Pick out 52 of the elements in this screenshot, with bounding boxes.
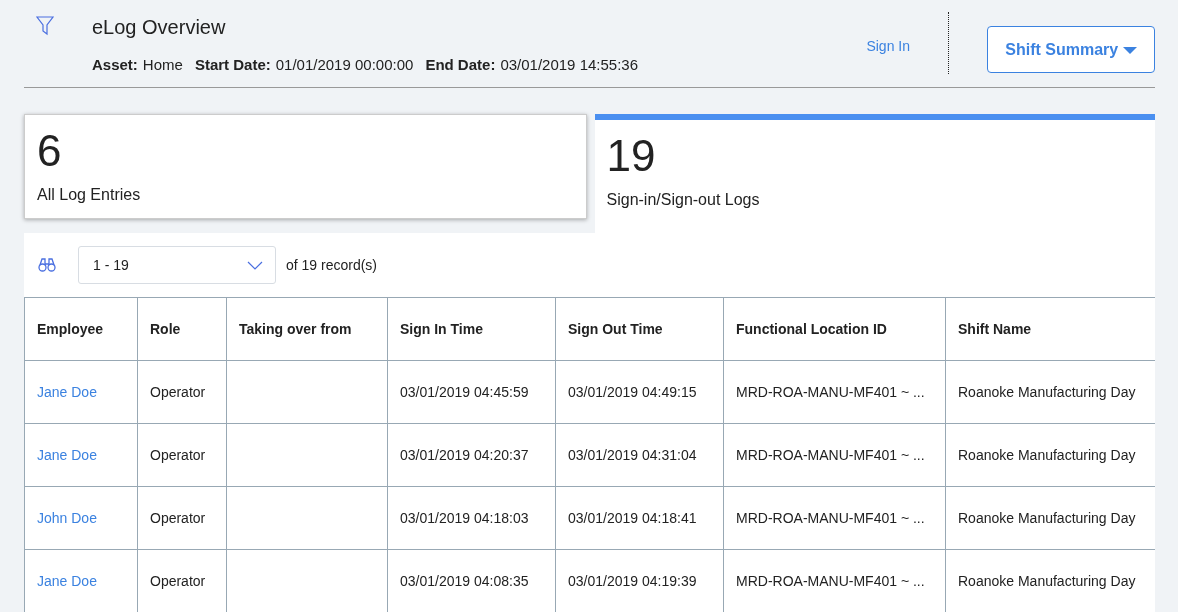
column-header: Shift Name xyxy=(945,297,1155,361)
table-cell: Roanoke Manufacturing Day xyxy=(958,383,1136,400)
table-cell: Operator xyxy=(150,383,206,400)
table-cell: 03/01/2019 04:18:41 xyxy=(568,509,697,526)
column-header: Role xyxy=(137,297,227,361)
caret-icon xyxy=(1122,46,1137,54)
field-label: End Date: xyxy=(425,55,496,75)
employee-link[interactable]: Jane Doe xyxy=(37,383,97,400)
table-cell: 03/01/2019 04:49:15 xyxy=(568,383,697,400)
column-header: Taking over from xyxy=(226,297,388,361)
table-cell: 03/01/2019 04:18:03 xyxy=(400,509,529,526)
column-header: Sign In Time xyxy=(387,297,556,361)
range-dropdown[interactable]: 1 - 19 xyxy=(78,246,276,284)
tile-count: 6 xyxy=(37,127,63,176)
column-header: Employee xyxy=(24,297,138,361)
table-cell: Roanoke Manufacturing Day xyxy=(958,509,1136,526)
tile-count: 19 xyxy=(606,132,657,181)
sign-in-link[interactable]: Sign In xyxy=(866,36,910,57)
table-cell: Roanoke Manufacturing Day xyxy=(958,572,1136,589)
field-label: Asset: xyxy=(92,55,138,75)
table-cell: 03/01/2019 04:20:37 xyxy=(400,446,529,463)
summary-tile[interactable]: 19 Sign-in/Sign-out Logs xyxy=(594,114,1155,234)
binoculars-icon[interactable] xyxy=(38,258,56,272)
field-value: 03/01/2019 14:55:36 xyxy=(500,55,639,75)
tile-label: Sign-in/Sign-out Logs xyxy=(606,190,761,211)
table-cell: Operator xyxy=(150,572,206,589)
tile-label: All Log Entries xyxy=(37,185,142,206)
shift-summary-dropdown[interactable]: Shift Summary xyxy=(987,26,1155,73)
table-cell: MRD-ROA-MANU-MF401 ~ ... xyxy=(736,509,925,526)
table-cell: 03/01/2019 04:45:59 xyxy=(400,383,529,400)
table-cell: Operator xyxy=(150,509,206,526)
column-header: Functional Location ID xyxy=(723,297,946,361)
table-cell: MRD-ROA-MANU-MF401 ~ ... xyxy=(736,572,925,589)
field-value: 01/01/2019 00:00:00 xyxy=(275,55,414,75)
record-count: of 19 record(s) xyxy=(286,255,378,275)
summary-tile[interactable]: 6 All Log Entries xyxy=(24,114,587,219)
table-cell: 03/01/2019 04:31:04 xyxy=(568,446,697,463)
employee-link[interactable]: Jane Doe xyxy=(37,572,97,589)
employee-link[interactable]: Jane Doe xyxy=(37,446,97,463)
table-cell: MRD-ROA-MANU-MF401 ~ ... xyxy=(736,446,925,463)
table-cell: 03/01/2019 04:19:39 xyxy=(568,572,697,589)
chevron-down-icon xyxy=(247,260,263,270)
page-title: eLog Overview xyxy=(92,15,227,40)
filter-icon[interactable] xyxy=(36,16,54,36)
field-label: Start Date: xyxy=(194,55,271,75)
column-header: Sign Out Time xyxy=(555,297,724,361)
table-cell: 03/01/2019 04:08:35 xyxy=(400,572,529,589)
field-value: Home xyxy=(142,55,183,75)
employee-link[interactable]: John Doe xyxy=(37,509,97,526)
table-cell: Operator xyxy=(150,446,206,463)
table-cell: Roanoke Manufacturing Day xyxy=(958,446,1136,463)
table-cell: MRD-ROA-MANU-MF401 ~ ... xyxy=(736,383,925,400)
